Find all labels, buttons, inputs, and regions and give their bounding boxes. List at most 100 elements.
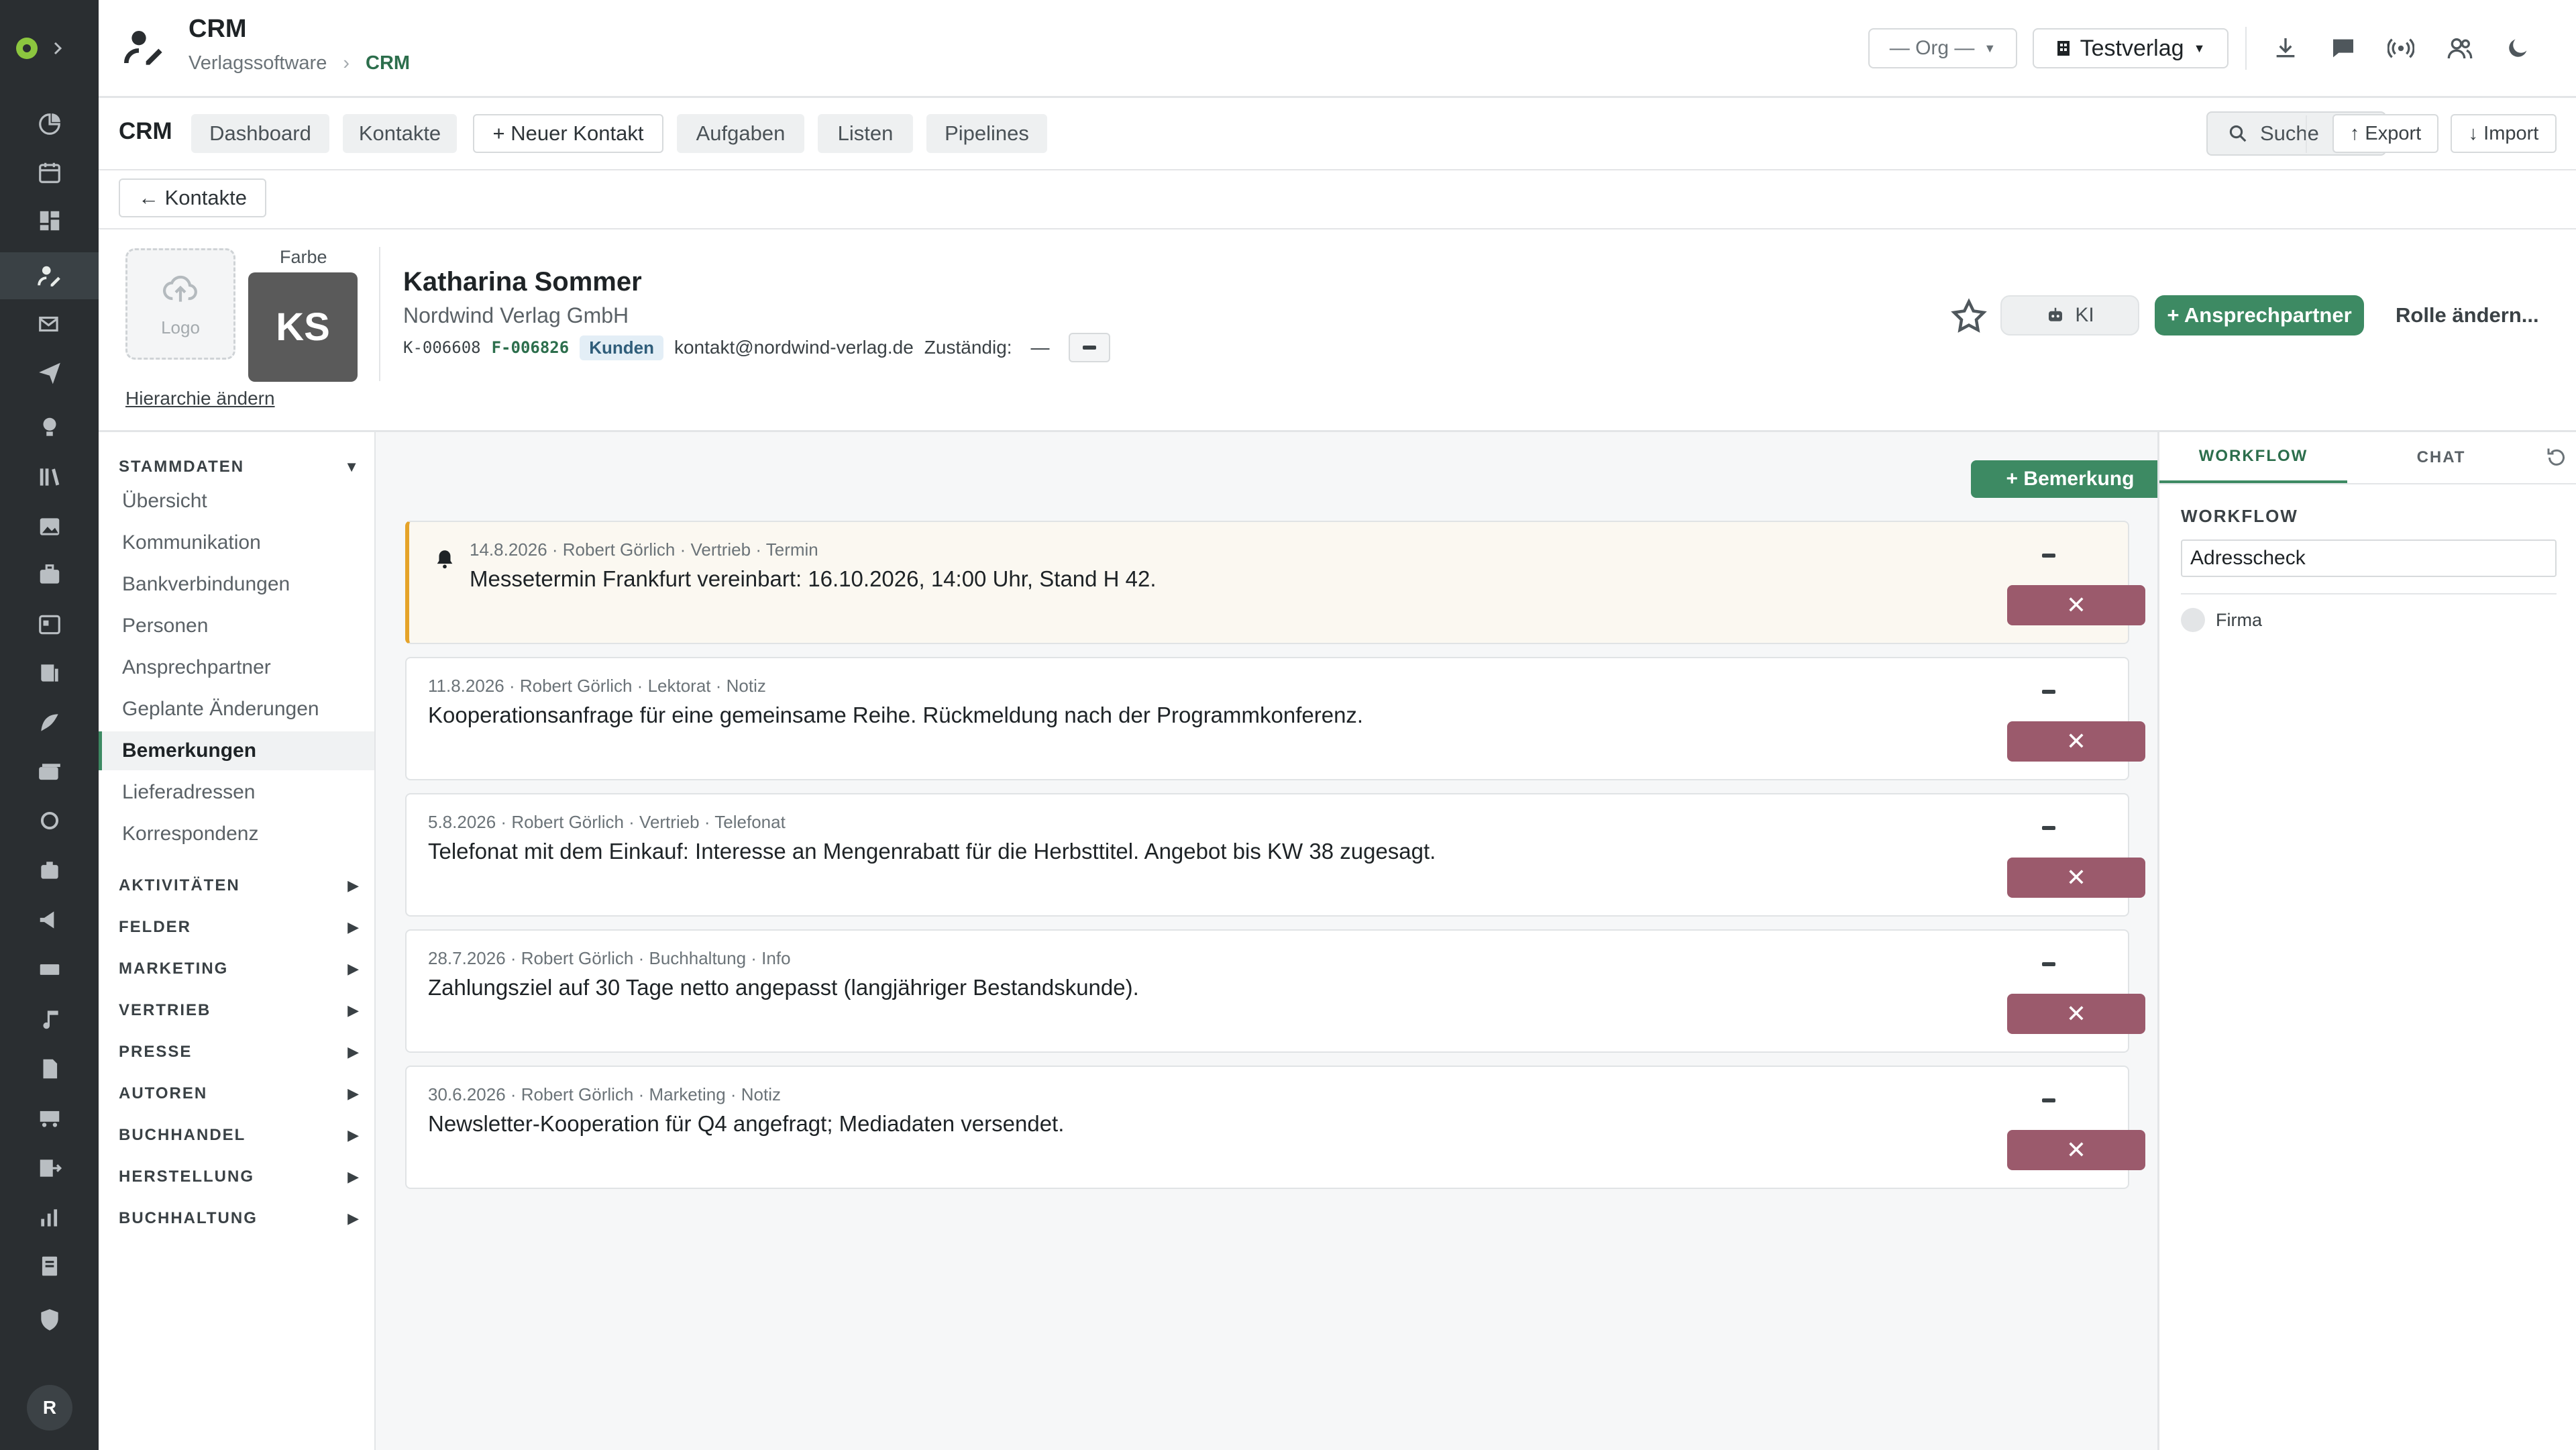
category-badge: Kunden (580, 335, 663, 360)
section-buchhandel[interactable]: BUCHHANDEL ▶ (119, 1122, 360, 1149)
rail-shield-icon[interactable] (0, 1296, 99, 1343)
rail-send-icon[interactable] (0, 349, 99, 396)
section-presse[interactable]: PRESSE ▶ (119, 1039, 360, 1066)
contact-initials-avatar[interactable]: KS (248, 272, 358, 382)
rail-document-icon[interactable] (0, 1045, 99, 1092)
broadcast-icon[interactable] (2383, 31, 2418, 66)
nav-item-bemerkungen[interactable]: Bemerkungen (99, 731, 374, 770)
rail-briefcase-icon[interactable] (0, 552, 99, 599)
rail-ledger-icon[interactable] (0, 1243, 99, 1290)
rail-logo[interactable] (13, 27, 87, 70)
section-felder[interactable]: FELDER ▶ (119, 914, 360, 941)
tab-listen[interactable]: Listen (818, 114, 913, 153)
ai-button[interactable]: KI (2000, 295, 2139, 335)
download-icon[interactable] (2268, 31, 2303, 66)
rail-contact-card-icon[interactable] (0, 601, 99, 648)
section-stammdaten[interactable]: STAMMDATEN ▼ (119, 454, 360, 480)
logo-upload[interactable]: Logo (125, 248, 235, 360)
rail-case-icon[interactable] (0, 847, 99, 894)
section-buchhaltung[interactable]: BUCHHALTUNG ▶ (119, 1205, 360, 1232)
rail-print-icon[interactable] (0, 650, 99, 696)
delete-note-button[interactable]: ✕ (2007, 721, 2145, 762)
rail-library-icon[interactable] (0, 454, 99, 501)
edit-note-button[interactable] (2035, 821, 2062, 835)
close-icon: ✕ (2065, 727, 2087, 755)
rail-ticket-icon[interactable] (0, 946, 99, 993)
rail-mail-icon[interactable] (0, 301, 99, 348)
edit-assignee-button[interactable] (1068, 333, 1110, 362)
rail-megaphone-icon[interactable] (0, 896, 99, 943)
add-note-button[interactable]: + Bemerkung (1971, 460, 2169, 498)
nav-item-lieferadressen[interactable]: Lieferadressen (99, 773, 374, 812)
rail-circle-icon[interactable] (0, 797, 99, 844)
rail-chart-icon[interactable] (0, 1194, 99, 1241)
change-role-button[interactable]: Rolle ändern... (2396, 303, 2539, 327)
workflow-step[interactable]: Firma (2181, 608, 2262, 632)
assignee-label: Zuständig: (924, 337, 1012, 358)
edit-note-button[interactable] (2035, 957, 2062, 971)
tab-divider (2159, 483, 2576, 484)
export-button[interactable]: ↑ Export (2332, 114, 2438, 153)
rail-feather-icon[interactable] (0, 699, 99, 746)
delete-note-button[interactable]: ✕ (2007, 1130, 2145, 1170)
users-icon[interactable] (2443, 31, 2477, 66)
breadcrumb-root[interactable]: Verlagssoftware (189, 52, 327, 74)
rail-music-icon[interactable] (0, 996, 99, 1043)
section-marketing[interactable]: MARKETING ▶ (119, 955, 360, 982)
search-icon (2229, 125, 2247, 142)
rail-crm-icon[interactable] (0, 252, 99, 299)
section-autoren[interactable]: AUTOREN ▶ (119, 1080, 360, 1107)
nav-item-personen[interactable]: Personen (99, 607, 374, 645)
edit-note-button[interactable] (2035, 1094, 2062, 1107)
nav-item-ansprechpartner[interactable]: Ansprechpartner (99, 648, 374, 687)
add-contact-person-button[interactable]: + Ansprechpartner (2155, 295, 2364, 335)
note-meta: 28.7.2026 · Robert Görlich · Buchhaltung… (428, 948, 791, 968)
nav-item-geplante-aenderungen[interactable]: Geplante Änderungen (99, 690, 374, 729)
delete-note-button[interactable]: ✕ (2007, 858, 2145, 898)
rail-card-icon[interactable] (0, 749, 99, 796)
delete-note-button[interactable]: ✕ (2007, 994, 2145, 1034)
contact-email[interactable]: kontakt@nordwind-verlag.de (674, 337, 914, 358)
tab-chat[interactable]: CHAT (2347, 432, 2535, 483)
profile-divider (379, 247, 380, 381)
favorite-star-icon[interactable] (1949, 297, 1989, 337)
rail-calendar-icon[interactable] (0, 149, 99, 196)
import-button[interactable]: ↓ Import (2451, 114, 2557, 153)
org-select[interactable]: — Org — ▼ (1868, 28, 2017, 68)
edit-note-button[interactable] (2035, 549, 2062, 562)
nav-item-uebersicht[interactable]: Übersicht (99, 482, 374, 521)
app-logo-icon (16, 38, 38, 59)
rail-dashboard-icon[interactable] (0, 101, 99, 148)
dark-mode-moon-icon[interactable] (2500, 31, 2535, 66)
rail-truck-icon[interactable] (0, 1095, 99, 1142)
tab-workflow[interactable]: WORKFLOW (2159, 432, 2347, 483)
section-aktivitaeten[interactable]: AKTIVITÄTEN ▶ (119, 872, 360, 899)
user-avatar[interactable]: R (27, 1385, 72, 1431)
rail-board-icon[interactable] (0, 197, 99, 244)
edit-note-button[interactable] (2035, 685, 2062, 698)
nav-item-korrespondenz[interactable]: Korrespondenz (99, 815, 374, 853)
chat-icon[interactable] (2326, 31, 2361, 66)
rail-export-icon[interactable] (0, 1145, 99, 1192)
refresh-icon[interactable] (2544, 446, 2569, 470)
contact-id: K-006608 (403, 338, 481, 357)
new-contact-button[interactable]: + Neuer Kontakt (473, 114, 663, 153)
section-vertrieb[interactable]: VERTRIEB ▶ (119, 997, 360, 1024)
section-stammdaten-label: STAMMDATEN (119, 458, 245, 476)
firm-id-link[interactable]: F-006826 (492, 338, 570, 357)
nav-item-bankverbindungen[interactable]: Bankverbindungen (99, 565, 374, 604)
tab-pipelines[interactable]: Pipelines (926, 114, 1047, 153)
tab-kontakte[interactable]: Kontakte (343, 114, 457, 153)
tab-dashboard[interactable]: Dashboard (191, 114, 329, 153)
delete-note-button[interactable]: ✕ (2007, 585, 2145, 625)
tab-aufgaben[interactable]: Aufgaben (677, 114, 804, 153)
rail-image-icon[interactable] (0, 503, 99, 550)
header-divider (2245, 27, 2247, 70)
workflow-select[interactable]: Adresscheck (2181, 539, 2557, 577)
back-to-contacts-button[interactable]: ← Kontakte (119, 178, 266, 217)
section-herstellung[interactable]: HERSTELLUNG ▶ (119, 1163, 360, 1190)
publisher-select[interactable]: Testverlag ▼ (2033, 28, 2229, 68)
change-hierarchy-link[interactable]: Hierarchie ändern (125, 388, 275, 409)
rail-idea-icon[interactable] (0, 404, 99, 451)
nav-item-kommunikation[interactable]: Kommunikation (99, 523, 374, 562)
